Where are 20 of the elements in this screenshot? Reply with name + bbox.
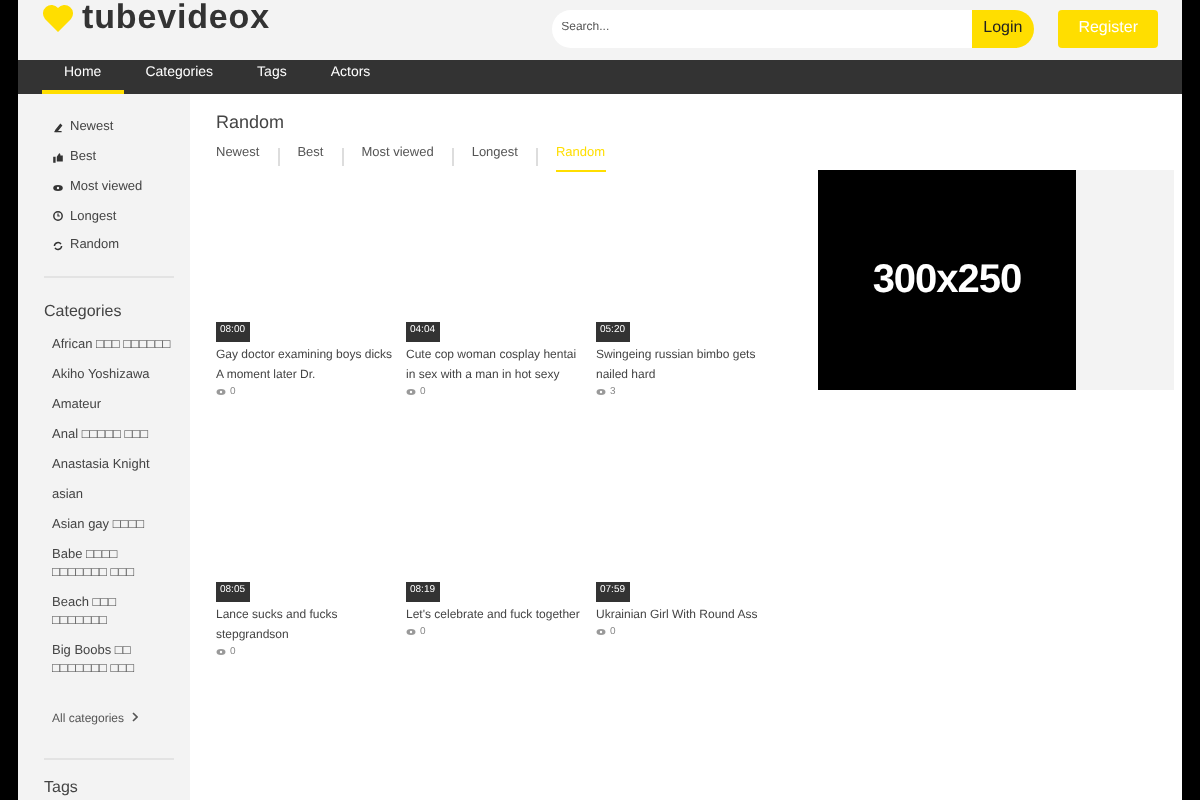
eye-icon	[216, 388, 226, 397]
eye-icon	[596, 388, 606, 397]
heart-icon	[42, 4, 74, 33]
thumbs-up-icon	[52, 151, 64, 164]
refresh-icon	[52, 240, 64, 253]
eye-icon	[406, 388, 416, 397]
login-button[interactable]: Login	[971, 9, 1035, 48]
ad-banner[interactable]: 300x250	[818, 170, 1076, 391]
eye-icon	[406, 628, 416, 637]
eye-icon	[596, 628, 606, 637]
clock-icon	[52, 210, 64, 223]
ad-size-label: 300x250	[872, 256, 1022, 307]
eye-icon	[216, 648, 226, 657]
site-logo[interactable]: tubevideox	[82, 0, 270, 44]
chevron-icon	[131, 712, 138, 722]
sidebar-heading: Tags	[44, 776, 80, 800]
pencil-icon	[52, 122, 64, 135]
sidebar-heading: Categories	[44, 300, 124, 324]
section-title: Random	[216, 110, 287, 137]
eye-icon	[52, 181, 64, 194]
